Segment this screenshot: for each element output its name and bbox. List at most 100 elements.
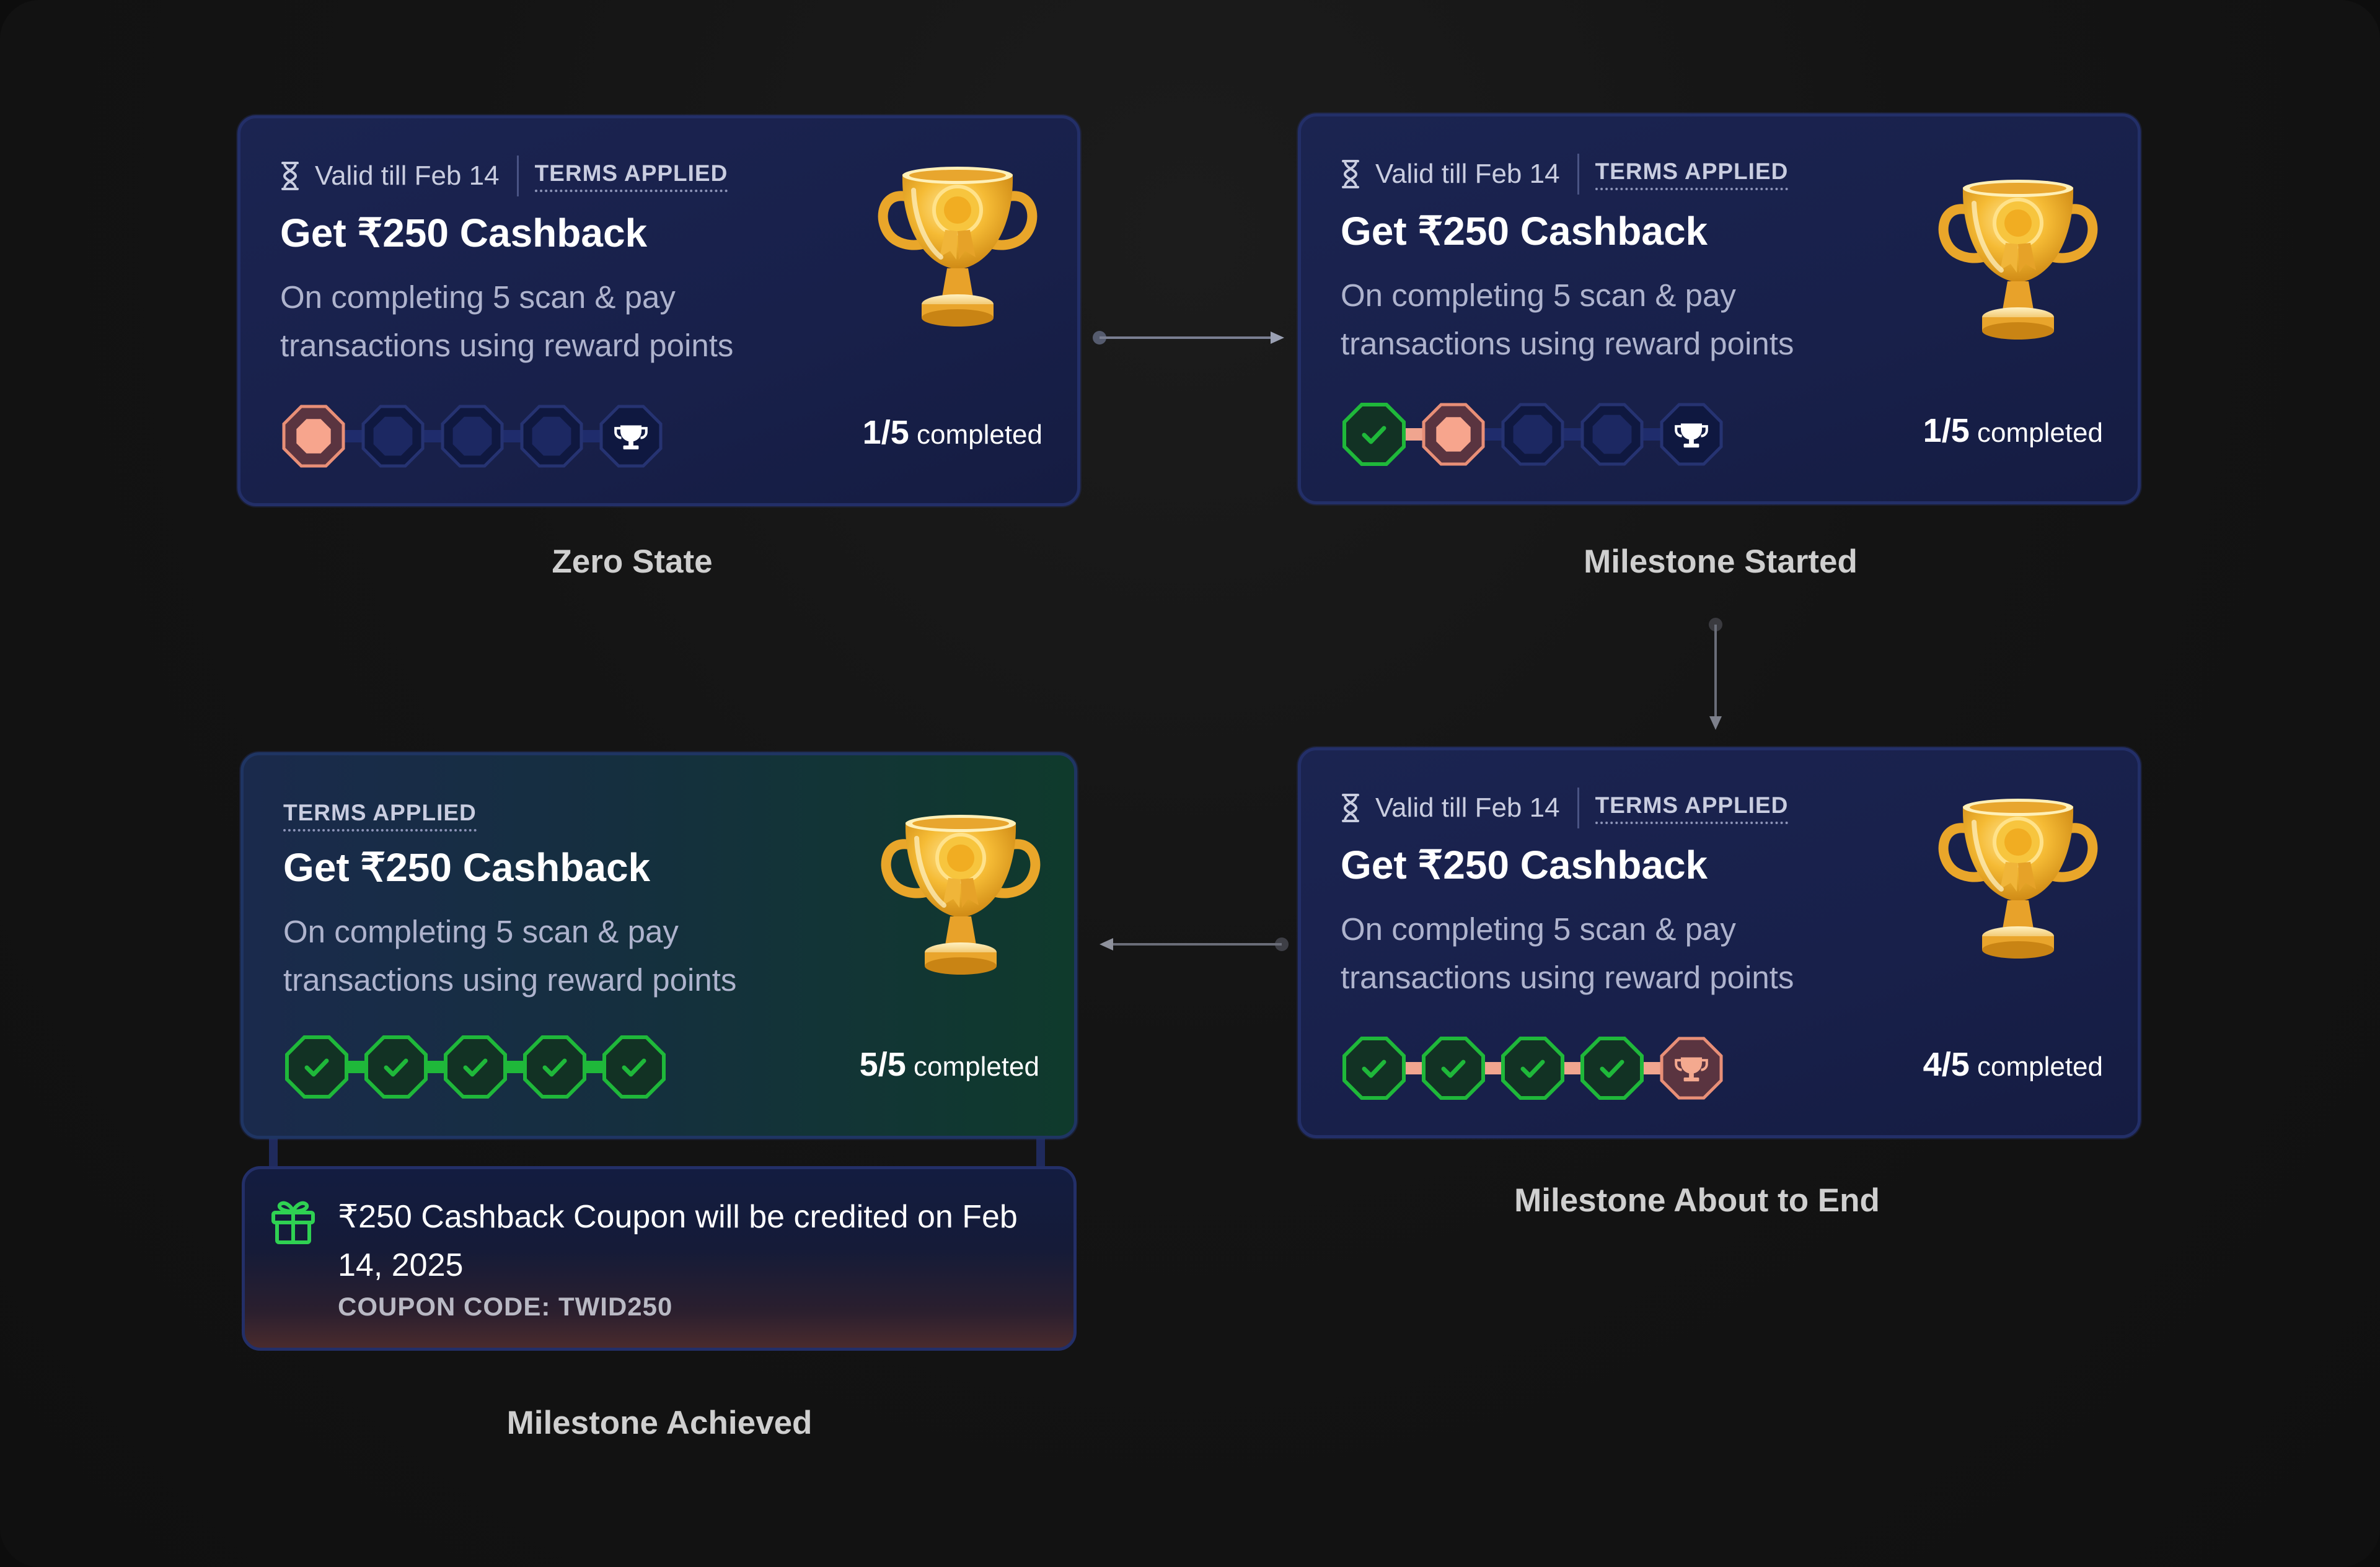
progress-connector bbox=[1482, 428, 1504, 441]
card-description: On completing 5 scan & pay transactions … bbox=[1341, 911, 1794, 995]
flow-arrow-down bbox=[1709, 618, 1722, 730]
trophy-icon bbox=[1938, 799, 2098, 959]
trophy-graphic bbox=[1938, 799, 2098, 959]
milestone-progress bbox=[1342, 1037, 1723, 1100]
coupon-banner[interactable]: ₹250 Cashback Coupon will be credited on… bbox=[242, 1166, 1077, 1351]
milestone-step-1 bbox=[282, 405, 345, 468]
progress-connector bbox=[421, 430, 444, 442]
progress-connector bbox=[1641, 428, 1663, 441]
card-connector bbox=[1036, 1135, 1045, 1170]
completion-fraction: 5/5 bbox=[859, 1046, 906, 1083]
validity-row: Valid till Feb 14 TERMS APPLIED bbox=[1341, 154, 1789, 195]
card-connector bbox=[269, 1135, 278, 1170]
trophy-icon bbox=[1938, 180, 2098, 340]
milestone-step-2 bbox=[361, 405, 425, 468]
canvas: Valid till Feb 14 TERMS APPLIED Get ₹250… bbox=[0, 0, 2380, 1567]
completion-count: 1/5 completed bbox=[863, 413, 1042, 452]
milestone-step-3 bbox=[441, 405, 504, 468]
gift-icon bbox=[271, 1201, 315, 1244]
completion-fraction: 1/5 bbox=[1923, 412, 1970, 449]
terms-applied-link[interactable]: TERMS APPLIED bbox=[1595, 158, 1789, 190]
milestone-step-2 bbox=[1422, 1037, 1485, 1100]
label-milestone-about-to-end: Milestone About to End bbox=[1514, 1182, 1880, 1219]
progress-connector bbox=[1403, 1062, 1425, 1074]
progress-connector bbox=[580, 430, 602, 442]
terms-applied-link[interactable]: TERMS APPLIED bbox=[534, 160, 728, 192]
milestone-progress bbox=[285, 1035, 666, 1099]
milestone-step-5 bbox=[599, 405, 663, 468]
milestone-step-1 bbox=[1342, 1037, 1406, 1100]
milestone-step-3 bbox=[444, 1035, 507, 1099]
coupon-message: ₹250 Cashback Coupon will be credited on… bbox=[338, 1199, 1018, 1283]
terms-row: TERMS APPLIED bbox=[283, 795, 477, 836]
label-zero-state: Zero State bbox=[552, 543, 713, 580]
milestone-step-3 bbox=[1501, 1037, 1564, 1100]
completion-count: 4/5 completed bbox=[1923, 1045, 2103, 1084]
progress-connector bbox=[583, 1061, 606, 1073]
completed-word: completed bbox=[1977, 1051, 2103, 1082]
terms-applied-link[interactable]: TERMS APPLIED bbox=[1595, 792, 1789, 824]
card-milestone-about-to-end[interactable]: Valid till Feb 14 TERMS APPLIED Get ₹250… bbox=[1298, 747, 2141, 1138]
card-milestone-started[interactable]: Valid till Feb 14 TERMS APPLIED Get ₹250… bbox=[1298, 113, 2141, 504]
progress-connector bbox=[1641, 1062, 1663, 1074]
trophy-icon bbox=[881, 815, 1041, 975]
milestone-step-1 bbox=[285, 1035, 348, 1099]
card-zero-state[interactable]: Valid till Feb 14 TERMS APPLIED Get ₹250… bbox=[237, 115, 1080, 506]
milestone-step-5 bbox=[602, 1035, 666, 1099]
validity-text: Valid till Feb 14 bbox=[1375, 792, 1560, 823]
progress-connector bbox=[345, 1061, 368, 1073]
label-milestone-started: Milestone Started bbox=[1584, 543, 1858, 580]
milestone-progress bbox=[282, 405, 663, 468]
trophy-graphic bbox=[878, 167, 1038, 327]
card-milestone-achieved[interactable]: TERMS APPLIED Get ₹250 Cashback On compl… bbox=[240, 752, 1077, 1139]
divider bbox=[516, 156, 519, 196]
hourglass-icon bbox=[1342, 794, 1359, 822]
progress-connector bbox=[1403, 428, 1425, 441]
label-milestone-achieved: Milestone Achieved bbox=[506, 1405, 813, 1441]
flow-arrow-right bbox=[1093, 331, 1284, 345]
card-description: On completing 5 scan & pay transactions … bbox=[280, 279, 734, 363]
milestone-step-5 bbox=[1660, 1037, 1723, 1100]
progress-connector bbox=[342, 430, 364, 442]
divider bbox=[1577, 788, 1579, 828]
milestone-step-5 bbox=[1660, 403, 1723, 466]
milestone-step-4 bbox=[523, 1035, 586, 1099]
trophy-graphic bbox=[1938, 180, 2098, 340]
progress-connector bbox=[1561, 428, 1584, 441]
card-title: Get ₹250 Cashback bbox=[283, 845, 651, 890]
completed-word: completed bbox=[913, 1051, 1039, 1082]
trophy-graphic bbox=[881, 815, 1041, 975]
milestone-progress bbox=[1342, 403, 1723, 466]
progress-connector bbox=[504, 1061, 526, 1073]
terms-applied-link[interactable]: TERMS APPLIED bbox=[283, 799, 477, 832]
divider bbox=[1577, 154, 1579, 195]
completion-count: 5/5 completed bbox=[860, 1045, 1039, 1084]
validity-text: Valid till Feb 14 bbox=[1375, 159, 1560, 189]
card-description: On completing 5 scan & pay transactions … bbox=[283, 914, 737, 998]
card-description: On completing 5 scan & pay transactions … bbox=[1341, 278, 1794, 361]
validity-text: Valid till Feb 14 bbox=[315, 160, 500, 191]
milestone-step-3 bbox=[1501, 403, 1564, 466]
milestone-step-2 bbox=[1422, 403, 1485, 466]
progress-connector bbox=[501, 430, 523, 442]
card-title: Get ₹250 Cashback bbox=[1341, 843, 1708, 887]
milestone-step-4 bbox=[1580, 1037, 1644, 1100]
hourglass-icon bbox=[281, 162, 299, 190]
completion-fraction: 1/5 bbox=[862, 414, 909, 451]
progress-connector bbox=[1561, 1062, 1584, 1074]
milestone-step-4 bbox=[1580, 403, 1644, 466]
trophy-icon bbox=[878, 167, 1038, 327]
progress-connector bbox=[425, 1061, 447, 1073]
flow-arrow-left bbox=[1100, 937, 1289, 951]
hourglass-icon bbox=[1342, 160, 1359, 188]
validity-row: Valid till Feb 14 TERMS APPLIED bbox=[280, 156, 728, 196]
milestone-step-4 bbox=[520, 405, 583, 468]
card-title: Get ₹250 Cashback bbox=[280, 211, 648, 255]
completed-word: completed bbox=[916, 419, 1042, 450]
milestone-step-1 bbox=[1342, 403, 1406, 466]
card-title: Get ₹250 Cashback bbox=[1341, 209, 1708, 253]
progress-connector bbox=[1482, 1062, 1504, 1074]
milestone-step-2 bbox=[364, 1035, 428, 1099]
completion-fraction: 4/5 bbox=[1923, 1046, 1970, 1083]
coupon-code[interactable]: COUPON CODE: TWID250 bbox=[338, 1292, 672, 1322]
